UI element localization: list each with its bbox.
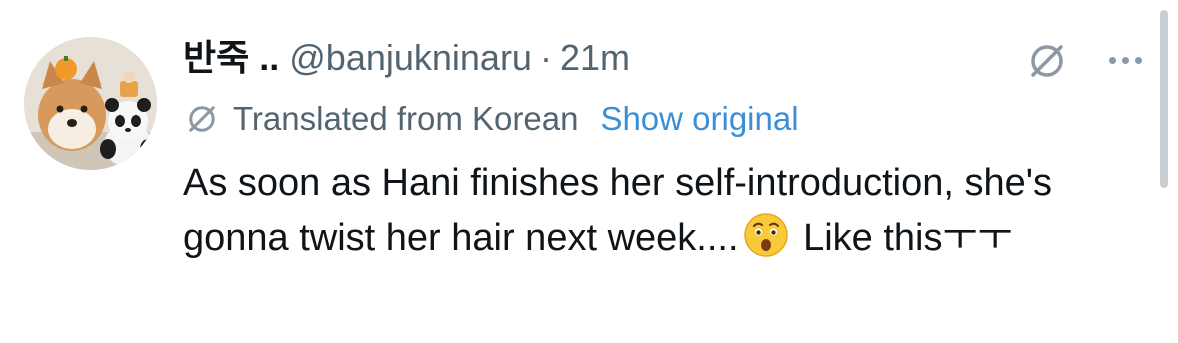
user-handle[interactable]: @banjukninaru (289, 34, 532, 82)
translate-icon (183, 99, 223, 139)
more-dot (1108, 56, 1116, 64)
tweet-text: As soon as Hani finishes her self-introd… (183, 156, 1158, 266)
tweet-text-continued: Like this (792, 217, 943, 259)
timestamp[interactable]: 21m (560, 34, 630, 82)
translation-notice: Translated from Korean Show original (183, 97, 799, 141)
more-dot (1121, 56, 1129, 64)
more-dot (1134, 56, 1142, 64)
tweet-text-tail: ㅜㅜ (942, 217, 1013, 259)
avatar[interactable] (24, 37, 157, 170)
astonished-face-icon (743, 212, 789, 258)
translate-icon[interactable] (1022, 36, 1072, 86)
show-original-link[interactable]: Show original (600, 97, 798, 141)
display-name[interactable]: 반죽 .. (183, 34, 279, 82)
tweet-header: 반죽 .. @banjukninaru · 21m (183, 34, 630, 82)
more-icon[interactable] (1100, 42, 1150, 78)
tweet[interactable]: 반죽 .. @banjukninaru · 21m Translated fro… (0, 0, 1178, 343)
avatar-image (24, 37, 157, 170)
separator-dot: · (539, 37, 552, 78)
scrollbar[interactable] (1160, 10, 1168, 188)
translated-label: Translated from Korean (233, 100, 579, 137)
